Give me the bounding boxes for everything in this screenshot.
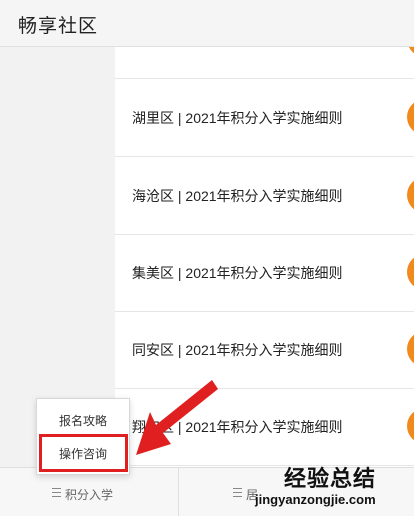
list-item[interactable] bbox=[115, 47, 414, 79]
list-item[interactable]: 翔安区 | 2021年积分入学实施细则 bbox=[115, 388, 414, 466]
tab-points-admission[interactable]: 积分入学 bbox=[0, 468, 179, 516]
watermark-url: jingyanzongjie.com bbox=[255, 492, 376, 507]
list-item-title: 海沧区 | 2021年积分入学实施细则 bbox=[132, 188, 343, 204]
list-item[interactable]: 海沧区 | 2021年积分入学实施细则 bbox=[115, 157, 414, 235]
list-item[interactable]: 湖里区 | 2021年积分入学实施细则 bbox=[115, 79, 414, 157]
avatar bbox=[407, 254, 414, 290]
tab-label: 积分入学 bbox=[65, 488, 114, 502]
avatar bbox=[407, 331, 414, 367]
avatar bbox=[407, 177, 414, 213]
list-item[interactable]: 同安区 | 2021年积分入学实施细则 bbox=[115, 311, 414, 389]
list-item-title: 翔安区 | 2021年积分入学实施细则 bbox=[132, 419, 343, 435]
avatar bbox=[407, 408, 414, 444]
page-title: 畅享社区 bbox=[18, 16, 99, 37]
menu-item-registration-guide[interactable]: 报名攻略 bbox=[37, 412, 129, 429]
list-item-title: 湖里区 | 2021年积分入学实施细则 bbox=[132, 110, 343, 126]
menu-icon bbox=[52, 488, 61, 497]
app-header: 畅享社区 bbox=[0, 0, 414, 47]
avatar bbox=[407, 99, 414, 135]
watermark-logo: 经验总结 bbox=[284, 466, 377, 492]
list-item-title: 集美区 | 2021年积分入学实施细则 bbox=[132, 265, 343, 281]
article-list[interactable]: 湖里区 | 2021年积分入学实施细则 海沧区 | 2021年积分入学实施细则 … bbox=[115, 47, 414, 467]
avatar bbox=[407, 47, 414, 57]
list-item[interactable]: 集美区 | 2021年积分入学实施细则 bbox=[115, 234, 414, 312]
list-item-title: 同安区 | 2021年积分入学实施细则 bbox=[132, 342, 343, 358]
menu-icon bbox=[233, 488, 242, 497]
highlight-box bbox=[39, 434, 128, 472]
